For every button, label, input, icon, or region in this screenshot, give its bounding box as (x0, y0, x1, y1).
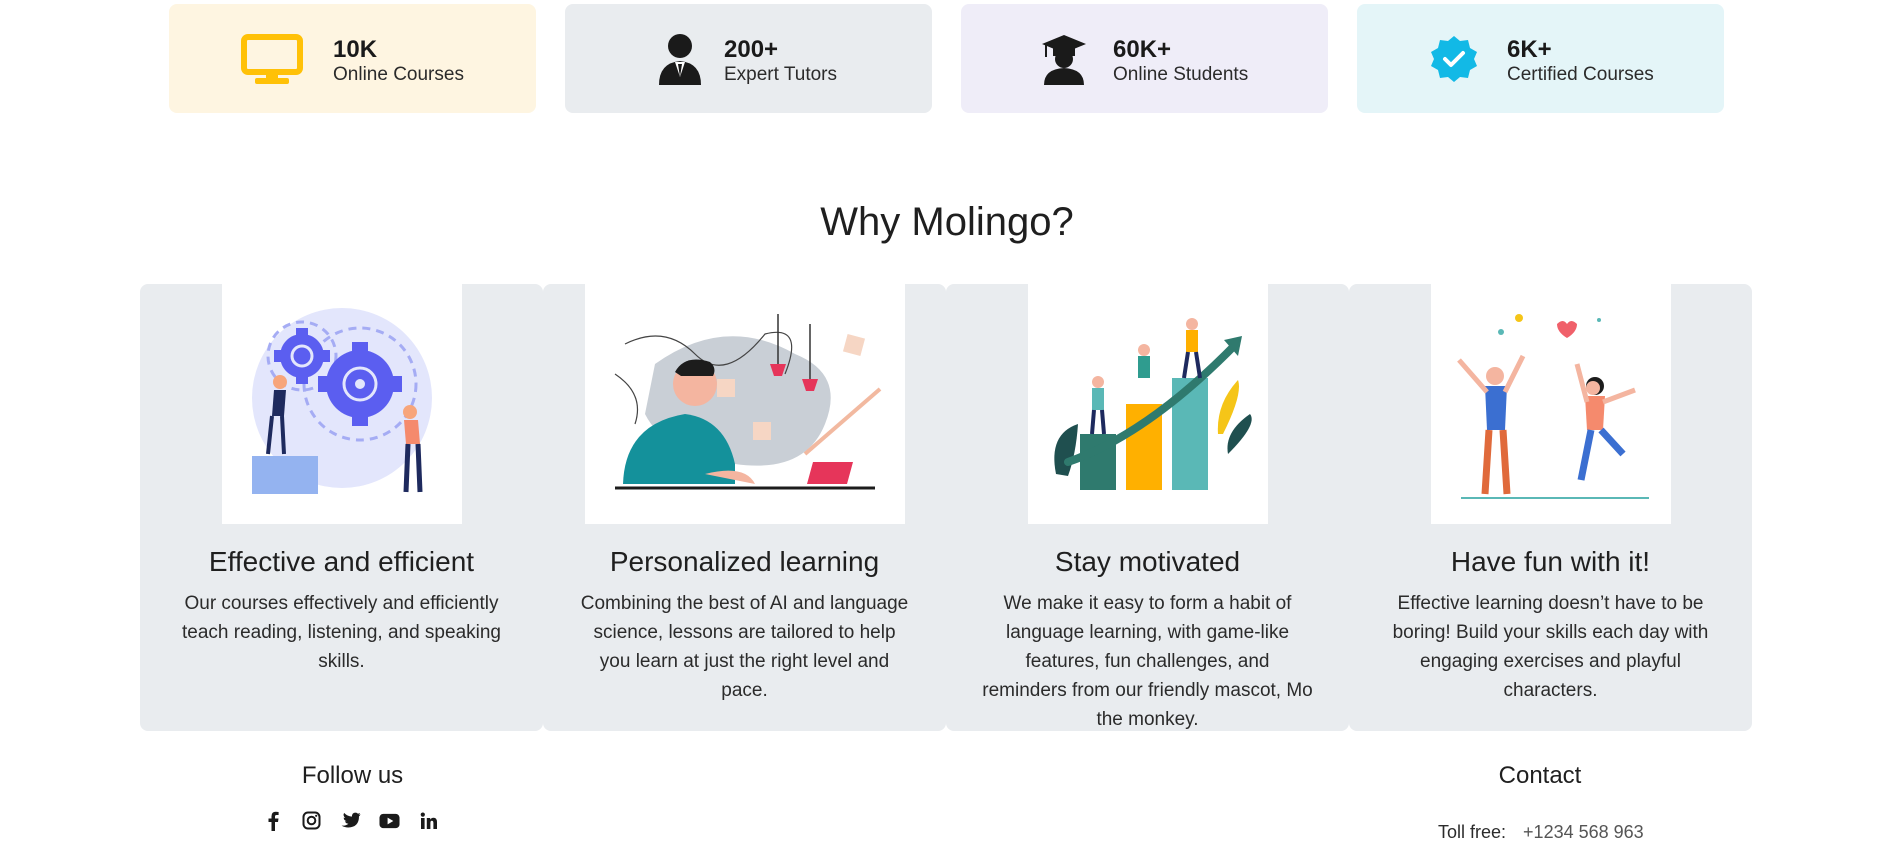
youtube-icon[interactable] (379, 810, 400, 831)
feature-card-effective: Effective and efficient Our courses effe… (140, 284, 543, 731)
stat-value: 200+ (724, 36, 779, 63)
feature-text: Combining the best of AI and language sc… (580, 593, 909, 701)
monitor-icon (241, 30, 303, 88)
feature-title: Effective and efficient (208, 546, 475, 577)
feature-card-personalized: Personalized learning Combining the best… (543, 284, 946, 731)
contact-title: Contact (1498, 762, 1582, 789)
section-title: Why Molingo? (820, 200, 1074, 244)
graduate-icon (1033, 30, 1095, 88)
feature-title: Have fun with it! (1450, 546, 1651, 577)
stat-label: Online Courses (333, 64, 464, 85)
celebrating-people-illustration (1431, 284, 1671, 524)
stat-card-students: 60K+ Online Students (961, 4, 1328, 113)
stat-value: 60K+ (1113, 36, 1172, 63)
toll-free-line: Toll free: +1234 568 963 (1438, 822, 1644, 843)
social-links (262, 810, 439, 831)
twitter-icon[interactable] (340, 810, 361, 831)
tutor-icon (649, 30, 711, 88)
growth-chart-illustration (1028, 284, 1268, 524)
linkedin-icon[interactable] (418, 810, 439, 831)
feature-text: Effective learning doesn’t have to be bo… (1392, 593, 1709, 701)
student-studying-illustration (585, 284, 905, 524)
stat-value: 6K+ (1507, 36, 1552, 63)
feature-text: We make it easy to form a habit of langu… (982, 593, 1313, 730)
toll-free-label: Toll free: (1438, 822, 1507, 842)
gears-teamwork-illustration (222, 284, 462, 524)
stat-card-tutors: 200+ Expert Tutors (565, 4, 932, 113)
verified-badge-icon (1423, 30, 1485, 88)
features-grid: Effective and efficient Our courses effe… (140, 284, 1753, 731)
toll-free-number[interactable]: +1234 568 963 (1523, 822, 1644, 842)
follow-us-title: Follow us (301, 762, 404, 789)
stat-card-courses: 10K Online Courses (169, 4, 536, 113)
feature-title: Personalized learning (609, 546, 880, 577)
feature-text: Our courses effectively and efficiently … (181, 593, 501, 672)
stat-value: 10K (333, 36, 378, 63)
stat-label: Certified Courses (1507, 64, 1654, 85)
feature-card-motivated: Stay motivated We make it easy to form a… (946, 284, 1349, 731)
stat-label: Online Students (1113, 64, 1249, 85)
stat-label: Expert Tutors (724, 64, 837, 85)
feature-card-fun: Have fun with it! Effective learning doe… (1349, 284, 1752, 731)
facebook-icon[interactable] (262, 810, 283, 831)
feature-title: Stay motivated (1054, 546, 1241, 577)
stat-card-certified: 6K+ Certified Courses (1357, 4, 1724, 113)
stats-row: 10K Online Courses 200+ Expert Tutors 60… (169, 4, 1725, 113)
instagram-icon[interactable] (301, 810, 322, 831)
